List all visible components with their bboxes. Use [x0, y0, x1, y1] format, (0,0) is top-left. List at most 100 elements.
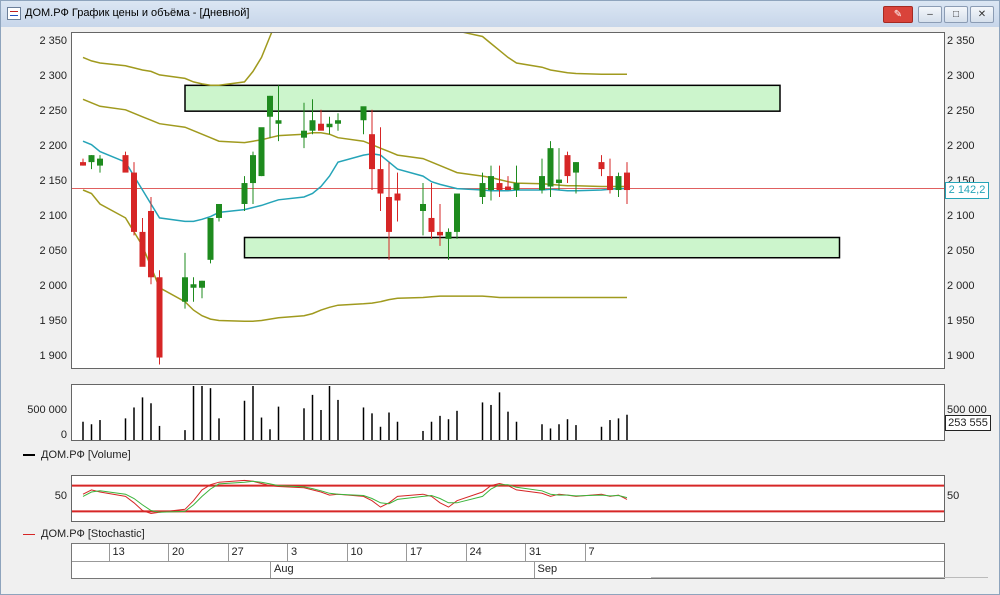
- pin-icon: ✎: [893, 9, 903, 20]
- candle-up: [190, 284, 197, 288]
- volume-legend-swatch: [23, 454, 35, 457]
- candle-up: [360, 106, 367, 121]
- candle-down: [80, 162, 86, 166]
- candle-down: [598, 162, 605, 170]
- candle-up: [513, 183, 520, 191]
- candle-up: [182, 277, 188, 302]
- candle-down: [496, 183, 503, 191]
- stochastic-tick-right: 50: [947, 490, 960, 502]
- candle-up: [573, 162, 579, 173]
- date-tick-mark: [465, 544, 467, 561]
- candle-up: [199, 280, 205, 288]
- candle-up: [454, 193, 460, 232]
- candle-up: [207, 217, 214, 260]
- price-tick-right: 2 000: [947, 279, 975, 292]
- volume-legend-label: ДОМ.РФ [Volume]: [41, 449, 131, 461]
- date-axis: 13 20 27 3 10 17 24 31 7 Aug Sep: [71, 543, 945, 579]
- candle-down: [505, 186, 511, 191]
- volume-legend: ДОМ.РФ [Volume]: [23, 449, 131, 461]
- price-tick-right: 2 050: [947, 244, 975, 257]
- candle-up: [556, 179, 562, 184]
- candle-up: [97, 158, 103, 166]
- month-label: Aug: [274, 563, 294, 575]
- close-button[interactable]: ✕: [970, 6, 994, 23]
- candle-up: [216, 203, 222, 218]
- chart-window: ДОМ.РФ График цены и объёма - [Дневной] …: [0, 0, 1000, 595]
- stochastic-chart: [72, 479, 944, 515]
- price-tick-left: 2 350: [39, 35, 67, 48]
- candle-up: [488, 176, 494, 191]
- candle-down: [624, 172, 630, 191]
- date-tick-mark: [168, 544, 169, 561]
- candle-down: [394, 193, 401, 201]
- price-tick-right: 1 950: [947, 314, 975, 327]
- price-tick-left: 2 200: [39, 140, 67, 153]
- date-tick-label: 24: [469, 546, 482, 558]
- candle-down: [148, 210, 154, 278]
- date-tick-mark: [108, 544, 110, 561]
- candle-up: [445, 231, 452, 239]
- maximize-button[interactable]: □: [944, 6, 968, 23]
- date-tick-label: 3: [291, 546, 298, 558]
- support-resistance-zone: [243, 236, 841, 259]
- title-bar[interactable]: ДОМ.РФ График цены и объёма - [Дневной] …: [1, 1, 999, 27]
- price-tick-left: 2 000: [39, 279, 67, 292]
- last-price-label: 2 142,2: [945, 182, 989, 199]
- candle-down: [369, 134, 375, 170]
- volume-tick-left: 0: [60, 429, 67, 441]
- date-tick-label: 27: [231, 546, 244, 558]
- date-tick-label: 10: [350, 546, 363, 558]
- candle-up: [258, 127, 265, 177]
- price-pane[interactable]: [71, 32, 945, 369]
- volume-tick-left: 500 000: [27, 404, 67, 416]
- candle-up: [420, 203, 426, 211]
- volume-pane[interactable]: [71, 384, 945, 441]
- minimize-button[interactable]: –: [918, 6, 942, 23]
- date-tick-mark: [346, 544, 348, 561]
- candle-down: [156, 277, 163, 358]
- date-tick-label: 17: [410, 546, 423, 558]
- date-tick-label: 31: [529, 546, 542, 558]
- window-title: ДОМ.РФ График цены и объёма - [Дневной]: [25, 7, 250, 19]
- candle-down: [607, 176, 613, 191]
- price-tick-right: 2 100: [947, 209, 975, 222]
- candle-down: [437, 231, 443, 236]
- price-chart: [72, 33, 944, 365]
- price-tick-right: 2 300: [947, 70, 975, 83]
- candle-down: [386, 197, 392, 232]
- indicator-line-middle: [82, 98, 627, 188]
- price-tick-left: 2 250: [39, 105, 67, 118]
- candle-down: [564, 155, 571, 177]
- stochastic-legend-label: ДОМ.РФ [Stochastic]: [41, 528, 145, 540]
- candle-up: [301, 130, 307, 138]
- horizontal-scrollbar[interactable]: [651, 577, 988, 578]
- candle-up: [267, 95, 273, 117]
- price-tick-left: 2 150: [39, 175, 67, 188]
- date-tick-label: 13: [112, 546, 125, 558]
- indicator-line-upper: [82, 33, 627, 87]
- pin-button[interactable]: ✎: [883, 6, 913, 23]
- volume-chart: [82, 386, 628, 440]
- candle-down: [131, 172, 137, 232]
- candle-down: [377, 169, 384, 194]
- price-tick-right: 2 350: [947, 35, 975, 48]
- chart-app-icon: [7, 7, 21, 20]
- date-tick-label: 20: [172, 546, 185, 558]
- price-tick-right: 2 250: [947, 105, 975, 118]
- price-tick-left: 1 950: [39, 314, 67, 327]
- candle-down: [318, 123, 324, 131]
- date-tick-mark: [287, 544, 288, 561]
- date-tick-label: 7: [588, 546, 595, 558]
- date-tick-mark: [406, 544, 407, 561]
- month-label: Sep: [537, 563, 558, 575]
- price-tick-left: 2 050: [39, 244, 67, 257]
- price-tick-left: 1 900: [39, 349, 67, 362]
- date-tick-mark: [525, 544, 526, 561]
- candle-up: [479, 183, 486, 198]
- price-tick-left: 2 300: [39, 70, 67, 83]
- stochastic-pane[interactable]: [71, 475, 945, 522]
- price-tick-right: 1 900: [947, 349, 975, 362]
- candle-up: [326, 123, 333, 128]
- volume-last-label: 253 555: [945, 415, 991, 431]
- price-tick-left: 2 100: [39, 209, 67, 222]
